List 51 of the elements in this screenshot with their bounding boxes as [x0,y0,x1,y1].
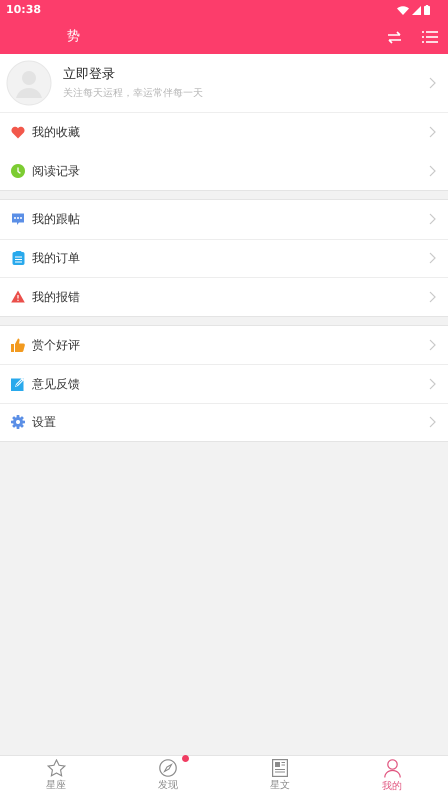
newspaper-icon [272,759,288,777]
menu-item[interactable]: 我的跟帖 [0,200,448,238]
tab[interactable]: 星座 [0,756,112,796]
menu-icon[interactable] [422,30,438,44]
menu-item[interactable]: 设置 [0,402,448,441]
menu-item[interactable]: 赏个好评 [0,326,448,364]
tab[interactable]: 发现 [112,756,224,796]
clock-icon [11,164,25,178]
chevron-icon [429,164,436,177]
tab[interactable]: 我的 [336,756,448,796]
chevron-icon [429,378,436,390]
chevron-icon [429,290,436,303]
menu-item[interactable]: 意见反馈 [0,364,448,402]
chevron-icon [429,213,436,226]
battery-icon [424,5,430,15]
login-title: 立即登录 [63,66,116,84]
chevron-icon [429,126,436,138]
compass-icon [159,759,177,777]
heart-icon [11,126,25,139]
menu-item[interactable]: 我的订单 [0,238,448,277]
avatar-icon [6,60,52,106]
menu-label: 我的收藏 [32,124,80,142]
login-subtitle: 关注每天运程，幸运常伴每一天 [63,86,203,102]
person-icon [384,758,400,778]
gear-icon [11,415,25,430]
wifi-icon [397,6,409,14]
menu-label: 我的报错 [32,288,80,306]
header-title: 势 [67,28,80,46]
swap-icon[interactable] [387,30,402,44]
thumbs-up-icon [11,338,25,352]
menu-label: 赏个好评 [32,336,80,354]
login-row[interactable]: 立即登录 关注每天运程，幸运常伴每一天 [0,54,448,113]
menu-label: 意见反馈 [32,376,80,393]
menu-item[interactable]: 阅读记录 [0,152,448,190]
menu-label: 我的跟帖 [32,211,80,228]
clipboard-icon [12,251,24,266]
signal-icon [412,6,421,14]
menu-label: 阅读记录 [32,162,80,180]
status-time: 10:38 [6,2,42,18]
star-icon [46,759,66,777]
edit-icon [11,376,25,391]
menu-label: 设置 [32,414,56,432]
warning-icon [11,290,25,304]
chevron-icon [429,416,436,428]
menu-item[interactable]: 我的报错 [0,277,448,316]
chevron-icon [429,338,436,351]
menu-label: 我的订单 [32,250,80,268]
menu-item[interactable]: 我的收藏 [0,113,448,152]
chat-bubble-icon [11,212,25,226]
chevron-icon [429,252,436,264]
chevron-icon [429,77,436,89]
